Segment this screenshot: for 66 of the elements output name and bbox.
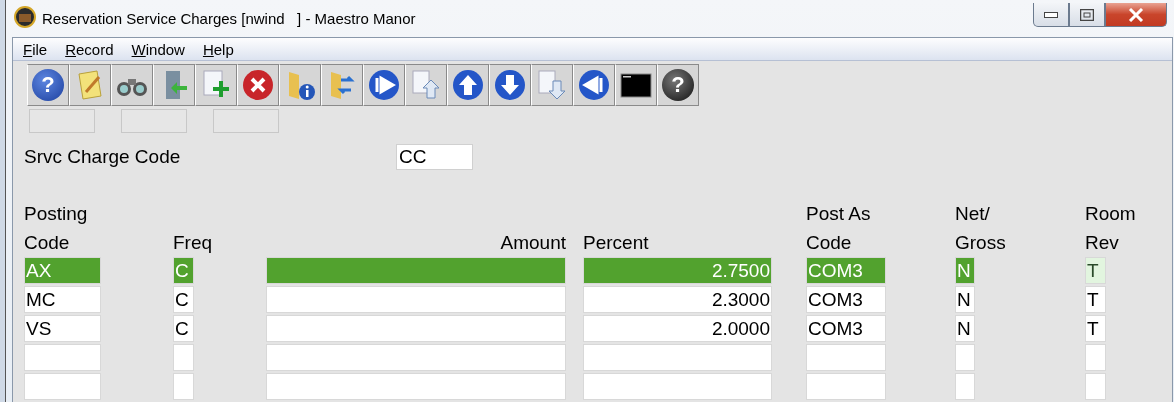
column-header: Percent bbox=[583, 231, 650, 255]
delete-icon bbox=[241, 68, 275, 102]
table-cell[interactable] bbox=[583, 373, 772, 400]
table-cell[interactable]: N bbox=[955, 286, 975, 313]
window-title: Reservation Service Charges [nwind ] - Maestro Manor bbox=[42, 10, 416, 27]
menu-item[interactable]: Help bbox=[202, 40, 234, 58]
arrow-up-icon bbox=[451, 68, 485, 102]
table-cell[interactable]: 2.0000 bbox=[583, 315, 772, 342]
table-cell[interactable] bbox=[955, 373, 975, 400]
table-cell[interactable]: T bbox=[1085, 315, 1106, 342]
table-cell[interactable] bbox=[173, 373, 194, 400]
table-cell[interactable]: MC bbox=[24, 286, 101, 313]
table-cell[interactable] bbox=[806, 373, 886, 400]
menu-item[interactable]: Window bbox=[131, 40, 185, 58]
table-cell[interactable] bbox=[266, 257, 566, 284]
table-cell[interactable] bbox=[266, 344, 566, 371]
field-label: Srvc Charge Code bbox=[24, 146, 182, 168]
toolbar-button[interactable] bbox=[489, 64, 531, 106]
menu-item[interactable]: Record bbox=[65, 40, 114, 58]
table-cell[interactable]: VS bbox=[24, 315, 101, 342]
maximize-icon bbox=[1080, 8, 1094, 21]
last-record-icon bbox=[577, 68, 611, 102]
toolbar-button[interactable] bbox=[447, 64, 489, 106]
toolbar-button[interactable] bbox=[279, 64, 321, 106]
column-header: Post As Code bbox=[806, 202, 872, 255]
table-cell[interactable] bbox=[24, 373, 101, 400]
status-field bbox=[29, 109, 95, 133]
table-cell[interactable]: COM3 bbox=[806, 315, 886, 342]
minimize-button[interactable] bbox=[1033, 3, 1069, 27]
column-header: Freq bbox=[173, 231, 214, 255]
table-cell[interactable]: 2.3000 bbox=[583, 286, 772, 313]
toolbar-button[interactable] bbox=[111, 64, 153, 106]
input-field[interactable]: CC bbox=[396, 144, 473, 170]
table-cell[interactable] bbox=[955, 344, 975, 371]
table-cell[interactable] bbox=[173, 344, 194, 371]
table-cell[interactable] bbox=[583, 344, 772, 371]
maximize-button[interactable] bbox=[1069, 3, 1105, 27]
column-header: Posting Code bbox=[24, 202, 89, 255]
toolbar-button[interactable] bbox=[363, 64, 405, 106]
table-cell[interactable]: T bbox=[1085, 286, 1106, 313]
toolbar-button[interactable] bbox=[615, 64, 657, 106]
column-header: Amount bbox=[499, 231, 566, 255]
table-cell[interactable] bbox=[1085, 344, 1106, 371]
toolbar-button[interactable] bbox=[573, 64, 615, 106]
table-cell[interactable] bbox=[24, 344, 101, 371]
minimize-icon bbox=[1044, 11, 1058, 18]
column-header: Room Rev bbox=[1085, 202, 1137, 255]
close-button[interactable] bbox=[1105, 3, 1167, 27]
table-cell[interactable]: C bbox=[173, 315, 194, 342]
menu-item[interactable]: File bbox=[23, 40, 48, 58]
arrow-down-icon bbox=[493, 68, 527, 102]
table-cell[interactable] bbox=[1085, 373, 1106, 400]
table-cell[interactable]: N bbox=[955, 315, 975, 342]
status-field bbox=[121, 109, 187, 133]
table-cell[interactable] bbox=[266, 315, 566, 342]
app-icon bbox=[14, 6, 36, 28]
table-cell[interactable] bbox=[266, 373, 566, 400]
close-icon bbox=[1128, 7, 1144, 22]
table-cell[interactable]: C bbox=[173, 286, 194, 313]
table-cell[interactable]: T bbox=[1085, 257, 1106, 284]
first-record-icon bbox=[367, 68, 401, 102]
table-cell[interactable] bbox=[266, 286, 566, 313]
table-cell[interactable]: COM3 bbox=[806, 286, 886, 313]
table-cell[interactable] bbox=[806, 344, 886, 371]
status-field bbox=[213, 109, 279, 133]
column-header: Net/ Gross bbox=[955, 202, 1007, 255]
